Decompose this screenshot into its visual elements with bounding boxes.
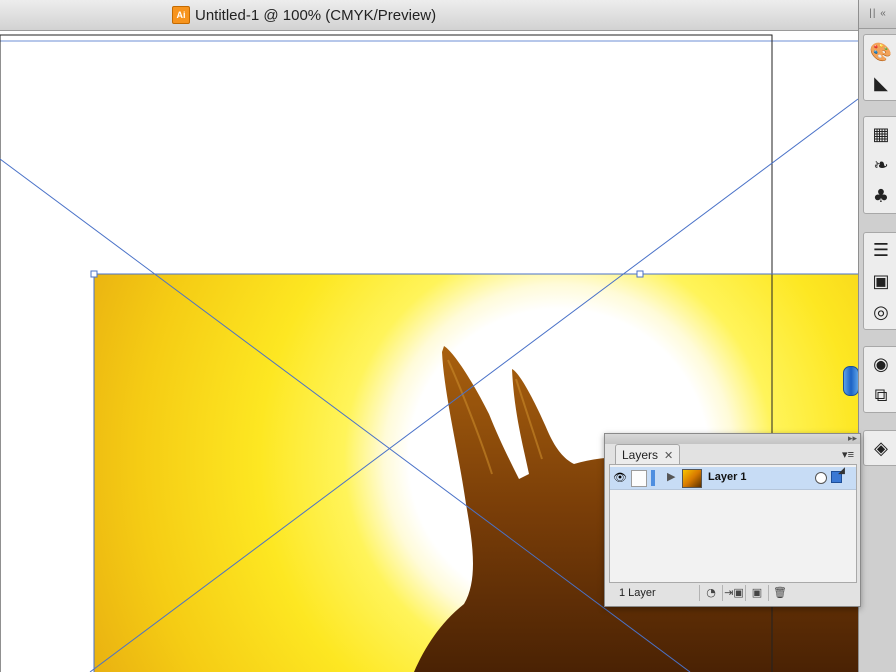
tab-label: Layers [622, 448, 659, 462]
layer-row[interactable]: 👁 ▶ Layer 1 ◢ [610, 465, 856, 490]
symbols-icon[interactable]: ♣ [867, 182, 895, 210]
layer-name[interactable]: Layer 1 [708, 471, 747, 483]
visibility-eye-icon[interactable]: 👁 [613, 471, 627, 485]
dock-group-1: 🎨 ◣ [863, 34, 896, 101]
frame-cross-line [0, 158, 691, 672]
panel-menu-icon[interactable]: ▾≡ [842, 448, 854, 461]
dock-group-5: ◈ [863, 430, 896, 466]
panel-dock: || « 🎨 ◣ ▦ ❧ ♣ ☰ ▣ ◎ ◉ ⧉ ◈ [858, 0, 896, 672]
stroke-icon[interactable]: ☰ [867, 236, 895, 264]
lock-toggle[interactable] [631, 470, 647, 487]
appearance-icon[interactable]: ◎ [867, 298, 895, 326]
brushes-icon[interactable]: ❧ [867, 151, 895, 179]
layer-color-bar [651, 470, 655, 486]
title-wrap: Ai Untitled-1 @ 100% (CMYK/Preview) [172, 5, 436, 25]
current-layer-triangle-icon: ◢ [838, 465, 845, 475]
resize-handle[interactable] [636, 270, 644, 278]
delete-layer-button[interactable]: 🗑 [768, 585, 791, 601]
close-icon[interactable]: ✕ [664, 449, 673, 462]
gradient-icon[interactable]: ◣ [867, 69, 895, 97]
layer-thumbnail [682, 469, 702, 488]
collapse-icon[interactable]: ▸▸ [848, 433, 857, 444]
vertical-scroll-thumb[interactable] [843, 366, 859, 396]
graphic-styles-icon[interactable]: ◉ [867, 350, 895, 378]
transparency-icon[interactable]: ▣ [867, 267, 895, 295]
disclosure-triangle-icon[interactable]: ▶ [667, 470, 675, 483]
layer-count: 1 Layer [619, 587, 656, 599]
make-clip-mask-button[interactable]: ◔ [699, 585, 722, 601]
panel-footer: 1 Layer ◔ ⇥▣ ▣ 🗑 [609, 583, 855, 603]
layers-panel: ▸▸ Layers ✕ ▾≡ 👁 ▶ Layer 1 ◢ 1 Layer ◔ ⇥… [604, 433, 861, 607]
new-sublayer-button[interactable]: ⇥▣ [722, 585, 745, 601]
document-icon: Ai [172, 6, 190, 24]
transform-icon[interactable]: ⧉ [867, 381, 895, 409]
title-bar: Ai Untitled-1 @ 100% (CMYK/Preview) [0, 0, 858, 31]
dock-group-4: ◉ ⧉ [863, 346, 896, 413]
resize-handle[interactable] [90, 270, 98, 278]
target-circle-icon[interactable] [815, 472, 827, 484]
dock-group-3: ☰ ▣ ◎ [863, 232, 896, 330]
panel-header[interactable]: ▸▸ [605, 433, 860, 444]
layers-list: 👁 ▶ Layer 1 ◢ [609, 464, 857, 583]
tab-layers[interactable]: Layers ✕ [615, 444, 681, 465]
dock-group-2: ▦ ❧ ♣ [863, 116, 896, 214]
layers-icon[interactable]: ◈ [867, 434, 895, 462]
swatches-icon[interactable]: ▦ [867, 120, 895, 148]
dock-grip[interactable]: || « [859, 0, 896, 29]
color-palette-icon[interactable]: 🎨 [867, 38, 895, 66]
window-title: Untitled-1 @ 100% (CMYK/Preview) [195, 6, 437, 24]
new-layer-button[interactable]: ▣ [745, 585, 768, 601]
